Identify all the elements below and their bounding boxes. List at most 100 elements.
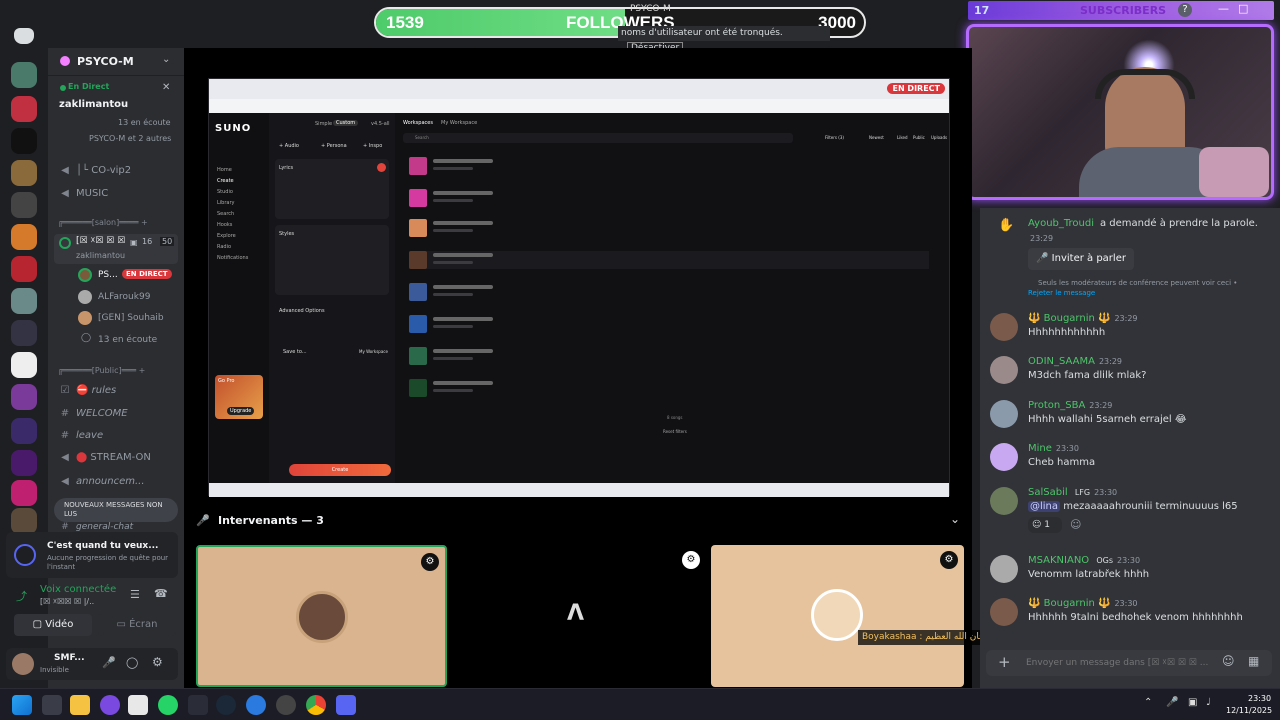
message-input[interactable] — [1026, 654, 1216, 672]
avatar[interactable] — [990, 443, 1018, 471]
video-button[interactable]: ▢ Vidéo — [14, 614, 92, 636]
server-icon[interactable] — [11, 450, 37, 476]
song-row[interactable] — [409, 347, 929, 365]
message-author[interactable]: 🔱 Bougarnin 🔱 23:29 — [1028, 313, 1138, 324]
speakers-header[interactable]: 🎤 Intervenants — 3 ⌄ — [196, 512, 966, 530]
voice-channel-active[interactable]: [☒ ☓☒ ☒ ☒ ▣ 16 50 zaklimantou — [54, 234, 178, 264]
disconnect-icon[interactable]: ☎ — [154, 587, 168, 600]
add-channel-icon[interactable]: + — [139, 366, 146, 375]
clock-time[interactable]: 23:30 — [1248, 694, 1271, 703]
maximize-icon[interactable]: □ — [1238, 2, 1248, 15]
live-user[interactable]: zaklimantou — [59, 99, 128, 110]
voice-channel[interactable]: [☒ ☓☒☒ ☒ |/.. — [40, 597, 94, 606]
task-view-icon[interactable] — [42, 695, 62, 715]
avatar[interactable] — [990, 598, 1018, 626]
settings-gear-icon[interactable]: ⚙ — [152, 655, 163, 669]
add-reaction-icon[interactable]: ☺ — [1070, 518, 1081, 531]
advanced-options[interactable]: Advanced Options — [279, 308, 325, 314]
avatar[interactable] — [990, 555, 1018, 583]
newest-button[interactable]: Newest — [869, 135, 884, 140]
search-input[interactable]: Search — [403, 133, 793, 143]
reset-filters-button[interactable]: Reset filters — [663, 429, 687, 434]
song-row[interactable] — [409, 283, 929, 301]
whatsapp-icon[interactable] — [158, 695, 178, 715]
lyrics-box[interactable]: Lyrics — [275, 159, 389, 219]
channel-music[interactable]: ◀ MUSIC — [58, 188, 108, 199]
speaker-tile[interactable]: ⚙ — [711, 545, 964, 687]
version-select[interactable]: v4.5-all — [371, 121, 390, 127]
steam-icon[interactable] — [216, 695, 236, 715]
server-icon[interactable] — [11, 224, 37, 250]
clock-date[interactable]: 12/11/2025 — [1226, 706, 1272, 715]
workspace-select[interactable]: My Workspace — [359, 349, 388, 354]
app-icon[interactable] — [100, 695, 120, 715]
help-icon[interactable]: ? — [1178, 3, 1192, 17]
server-icon-active[interactable] — [11, 96, 37, 122]
server-icon[interactable] — [11, 62, 37, 88]
channel-rules[interactable]: ☑ ⛔ rules — [58, 385, 117, 396]
app-icon[interactable] — [276, 695, 296, 715]
server-icon[interactable] — [11, 508, 37, 534]
apps-icon[interactable]: ▦ — [1248, 654, 1259, 668]
server-icon[interactable] — [11, 480, 37, 506]
avatar[interactable] — [990, 313, 1018, 341]
voice-member[interactable]: ALFarouk99 — [78, 290, 178, 306]
discord-icon[interactable] — [336, 695, 356, 715]
voice-member[interactable]: PS... EN DIRECT — [78, 268, 178, 284]
minimize-icon[interactable]: — — [1218, 2, 1229, 15]
screen-share-stream[interactable]: EN DIRECT SUNO Home Create Studio Library Se… — [208, 78, 950, 497]
suno-nav-item[interactable]: Notifications — [217, 253, 248, 264]
channel-announcement[interactable]: ◀ announcem... — [58, 476, 144, 487]
suno-nav-item[interactable]: Library — [217, 198, 248, 209]
message-author[interactable]: Mine 23:30 — [1028, 443, 1079, 454]
server-icon[interactable] — [11, 192, 37, 218]
listening-row[interactable]: ◯ 13 en écoute — [78, 333, 178, 349]
avatar[interactable] — [990, 400, 1018, 428]
category-public[interactable]: ╔══════[Public]═══ + — [58, 366, 145, 375]
public-button[interactable]: Public — [913, 135, 925, 140]
network-icon[interactable]: ▣ — [1188, 697, 1197, 708]
app-icon[interactable] — [188, 695, 208, 715]
server-icon[interactable] — [11, 320, 37, 346]
inspo-button[interactable]: + Inspo — [363, 143, 382, 149]
channel-welcome[interactable]: # WELCOME — [58, 408, 128, 419]
suno-nav-item[interactable]: Explore — [217, 231, 248, 242]
server-icon[interactable] — [11, 418, 37, 444]
song-row[interactable] — [409, 251, 929, 269]
channel-stream-on[interactable]: ◀ ⬤ STREAM-ON — [58, 452, 151, 463]
go-pro-card[interactable]: Go Pro Upgrade — [215, 375, 263, 419]
message-author[interactable]: Proton_SBA 23:29 — [1028, 400, 1112, 411]
persona-button[interactable]: + Persona — [321, 143, 347, 149]
avatar[interactable] — [990, 356, 1018, 384]
file-explorer-icon[interactable] — [70, 695, 90, 715]
suno-nav-item[interactable]: Hooks — [217, 220, 248, 231]
mention[interactable]: @lina — [1028, 501, 1061, 512]
server-icon[interactable] — [11, 352, 37, 378]
suno-nav-item[interactable]: Radio — [217, 242, 248, 253]
filters-button[interactable]: Filters (3) — [825, 135, 844, 140]
reaction[interactable]: ☺ 1 — [1028, 517, 1062, 533]
tab-simple[interactable]: Simple — [315, 121, 332, 127]
avatar[interactable] — [990, 487, 1018, 515]
volume-icon[interactable]: ♩ — [1206, 697, 1211, 708]
suno-nav-item[interactable]: Home — [217, 165, 248, 176]
generate-icon[interactable] — [377, 163, 386, 172]
server-icon[interactable] — [11, 384, 37, 410]
liked-button[interactable]: Liked — [897, 135, 908, 140]
song-row[interactable] — [409, 219, 929, 237]
server-icon[interactable] — [11, 256, 37, 282]
audio-button[interactable]: + Audio — [279, 143, 299, 149]
avatar[interactable] — [12, 653, 34, 675]
reject-message-link[interactable]: Rejeter le message — [1028, 289, 1095, 297]
save-to[interactable]: Save to... — [283, 349, 307, 355]
noise-icon[interactable]: ☰ — [130, 588, 140, 601]
mic-tray-icon[interactable]: 🎤 — [1166, 697, 1178, 708]
discord-home-icon[interactable] — [14, 28, 34, 44]
voice-member[interactable]: [GEN] Souhaib — [78, 311, 178, 327]
new-messages-pill[interactable]: NOUVEAUX MESSAGES NON LUS — [54, 498, 178, 522]
suno-nav-item[interactable]: Studio — [217, 187, 248, 198]
uploads-button[interactable]: Uploads — [931, 135, 947, 140]
tab-custom[interactable]: Custom — [333, 120, 359, 126]
app-icon[interactable] — [246, 695, 266, 715]
message-author[interactable]: MSAKNIANO OGs 23:30 — [1028, 555, 1140, 566]
